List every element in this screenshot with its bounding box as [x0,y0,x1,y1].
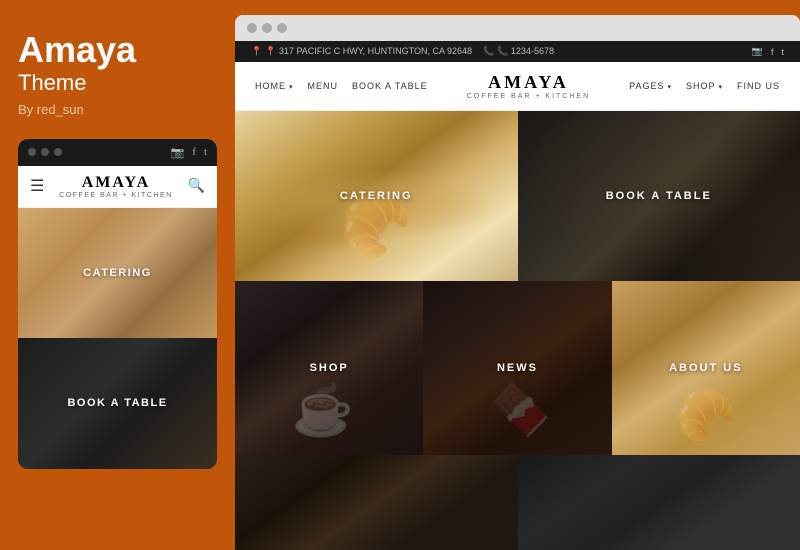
site-topbar: 📍 📍 317 PACIFIC C HWY, HUNTINGTON, CA 92… [235,41,800,62]
search-icon[interactable]: 🔍 [188,178,205,195]
news-grid-label: NEWS [497,362,538,374]
theme-subtitle: Theme [18,70,217,96]
bottom-left-cell[interactable] [235,455,518,550]
phone-dot-3 [54,148,62,156]
catering-grid-label: CATERING [340,190,413,202]
phone-image-grid: CATERING BOOK A TABLE [18,208,217,469]
bottom-right-cell[interactable] [518,455,800,550]
twitter-icon[interactable]: t [781,47,784,57]
phone-social-icons: 📷 f t [171,146,207,159]
phone-book-table-image[interactable]: BOOK A TABLE [18,338,217,469]
phone-top-bar: 📷 f t [18,139,217,166]
phone-dot-2 [41,148,49,156]
shop-grid-label: SHOP [310,362,349,374]
facebook-icon: f [192,146,196,159]
facebook-icon[interactable]: f [771,47,774,57]
nav-book-table[interactable]: BOOK A TABLE [352,81,428,91]
about-grid-label: ABOUT US [669,362,742,374]
nav-find-us[interactable]: FIND US [737,81,780,91]
phone-dot-1 [28,148,36,156]
book-table-grid-label: BOOK A TABLE [606,190,712,202]
browser-dot-1 [247,23,257,33]
phone-mockup: 📷 f t ☰ AMAYA COFFEE BAR + KITCHEN 🔍 CAT… [18,139,217,469]
phone-catering-image[interactable]: CATERING [18,208,217,339]
phone-icon: 📞 [483,46,494,57]
book-table-cell[interactable]: BOOK A TABLE [518,111,800,281]
phone-logo-sub: COFFEE BAR + KITCHEN [44,192,187,199]
address-text: 📍 317 PACIFIC C HWY, HUNTINGTON, CA 9264… [265,46,472,57]
site-address: 📍 📍 317 PACIFIC C HWY, HUNTINGTON, CA 92… [251,46,554,57]
browser-titlebar [235,15,800,41]
phone-nav: ☰ AMAYA COFFEE BAR + KITCHEN 🔍 [18,166,217,208]
grid-row-3: SHOP NEWS ABOUT US [235,281,800,456]
about-cell[interactable]: ABOUT US [612,281,800,456]
logo-subtext: COFFEE BAR + KITCHEN [467,93,590,100]
site-nav: HOME MENU BOOK A TABLE AMAYA COFFEE BAR … [235,62,800,111]
hamburger-icon[interactable]: ☰ [30,176,44,196]
shop-cell[interactable]: SHOP [235,281,423,456]
nav-home[interactable]: HOME [255,81,293,91]
site-social: 📷 f t [752,46,784,57]
browser-mockup: 📍 📍 317 PACIFIC C HWY, HUNTINGTON, CA 92… [235,15,800,550]
nav-links-right: PAGES SHOP FIND US [629,81,780,91]
theme-title: Amaya [18,30,217,70]
instagram-icon[interactable]: 📷 [752,46,763,57]
book-table-label: BOOK A TABLE [67,397,167,409]
catering-label: CATERING [83,267,152,279]
browser-content: 📍 📍 317 PACIFIC C HWY, HUNTINGTON, CA 92… [235,41,800,550]
location-icon: 📍 [251,46,262,57]
browser-dot-3 [277,23,287,33]
grid-row-bottom [235,455,800,550]
nav-menu[interactable]: MENU [307,81,338,91]
nav-pages[interactable]: PAGES [629,81,672,91]
nav-shop[interactable]: SHOP [686,81,723,91]
image-grid: CATERING BOOK A TABLE SHOP NEWS ABOUT US [235,111,800,550]
nav-links-left: HOME MENU BOOK A TABLE [255,81,428,91]
left-panel: Amaya Theme By red_sun 📷 f t ☰ AMAYA COF… [0,0,235,550]
twitter-icon: t [204,146,207,159]
instagram-icon: 📷 [171,146,185,159]
news-cell[interactable]: NEWS [423,281,611,456]
theme-author: By red_sun [18,102,217,117]
catering-cell[interactable]: CATERING [235,111,518,281]
site-logo: AMAYA COFFEE BAR + KITCHEN [467,72,590,100]
logo-text: AMAYA [467,72,590,93]
phone-text: 📞 1234-5678 [497,46,554,57]
browser-dot-2 [262,23,272,33]
phone-logo: AMAYA COFFEE BAR + KITCHEN [44,174,187,199]
